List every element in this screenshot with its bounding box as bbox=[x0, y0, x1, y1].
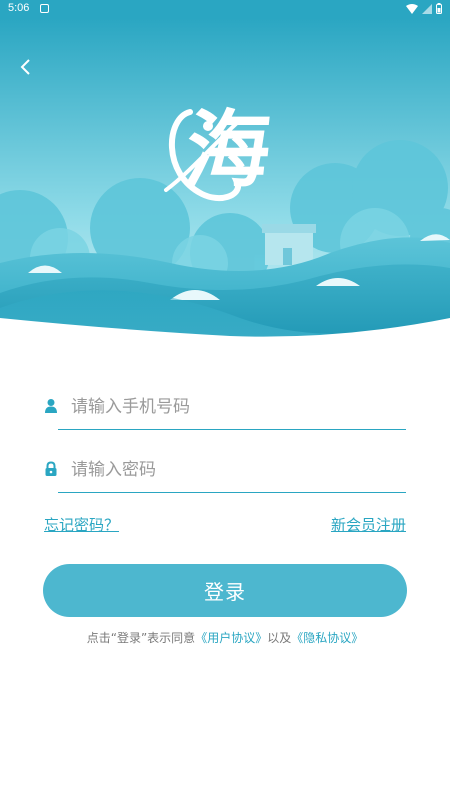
forgot-password-link[interactable]: 忘记密码？ bbox=[44, 514, 119, 535]
agreement-text: 点击“登录”表示同意《用户协议》以及《隐私协议》 bbox=[0, 629, 450, 646]
notification-icon bbox=[40, 4, 49, 13]
password-underline bbox=[58, 492, 406, 493]
status-time: 5:06 bbox=[8, 2, 30, 14]
signal-icon bbox=[422, 3, 432, 14]
privacy-policy-link[interactable]: 《隐私协议》 bbox=[291, 631, 363, 645]
hero-banner: 海 bbox=[0, 18, 450, 350]
logo-character: 海 bbox=[180, 100, 276, 199]
person-icon bbox=[45, 399, 57, 413]
agreement-prefix: 点击“登录”表示同意 bbox=[86, 631, 196, 645]
phone-field bbox=[44, 386, 406, 430]
phone-underline bbox=[58, 429, 406, 430]
lock-icon bbox=[45, 461, 57, 476]
login-button[interactable]: 登录 bbox=[43, 564, 407, 617]
wifi-icon bbox=[406, 3, 418, 14]
phone-input[interactable] bbox=[71, 389, 401, 425]
login-screen: 5:06 海 请输入手机号码 忘记密码？ 新会员注册 登录 点击“登录”表示同意… bbox=[0, 0, 450, 800]
password-input[interactable] bbox=[71, 452, 401, 488]
agreement-middle: 以及 bbox=[267, 631, 292, 645]
password-field bbox=[44, 449, 406, 493]
status-bar: 5:06 bbox=[0, 0, 450, 18]
battery-icon bbox=[436, 3, 442, 14]
user-agreement-link[interactable]: 《用户协议》 bbox=[195, 631, 267, 645]
status-icons bbox=[406, 3, 442, 14]
back-button[interactable] bbox=[10, 52, 40, 82]
register-link[interactable]: 新会员注册 bbox=[331, 514, 406, 535]
app-logo: 海 bbox=[160, 100, 290, 210]
chevron-left-icon bbox=[20, 59, 30, 75]
